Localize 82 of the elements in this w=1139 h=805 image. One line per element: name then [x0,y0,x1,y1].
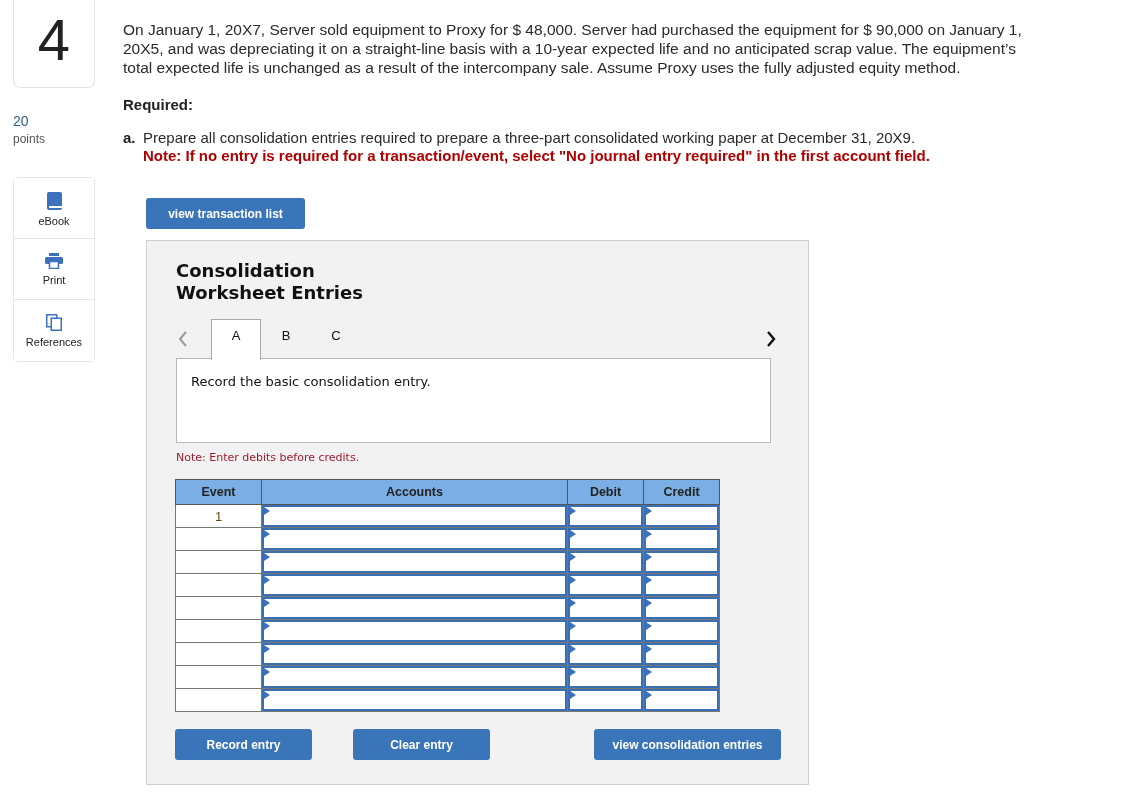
credit-field[interactable] [644,574,719,596]
account-field[interactable] [262,597,567,619]
triangle-icon [264,576,270,584]
triangle-icon [570,553,576,561]
triangle-icon [570,530,576,538]
tab[interactable]: A [211,319,261,360]
account-field[interactable] [262,528,567,550]
credit-field[interactable] [644,643,719,665]
sidebar-tool-button[interactable]: eBook [14,178,94,239]
debit-field[interactable] [568,643,643,665]
triangle-icon [570,507,576,515]
credit-field[interactable] [644,551,719,573]
triangle-icon [646,691,652,699]
triangle-icon [570,668,576,676]
triangle-icon [264,645,270,653]
triangle-icon [570,576,576,584]
debit-field[interactable] [568,689,643,711]
credit-field[interactable] [644,505,719,527]
printer-icon [45,253,63,269]
triangle-icon [264,599,270,607]
triangle-icon [264,530,270,538]
account-field[interactable] [262,643,567,665]
debit-field[interactable] [568,528,643,550]
triangle-icon [264,553,270,561]
required-heading: Required: [123,95,194,114]
column-header: Debit [567,479,644,505]
part-label: a. [123,129,136,148]
debit-field[interactable] [568,620,643,642]
triangle-icon [264,507,270,515]
view-transactions-button[interactable]: view transaction list [146,198,305,229]
event-cell: 1 [175,504,262,528]
triangle-icon [646,668,652,676]
credit-field[interactable] [644,620,719,642]
worksheet-note: Note: Enter debits before credits. [176,451,361,464]
debit-field[interactable] [568,505,643,527]
debit-field[interactable] [568,551,643,573]
triangle-icon [646,507,652,515]
account-field[interactable] [262,551,567,573]
part-note: Note: If no entry is required for a transaction/event, select "No journal entry required" in the first account field. [143,147,930,165]
points-value: 20 [13,113,30,130]
tab[interactable]: B [261,319,311,360]
credit-field[interactable] [644,597,719,619]
account-field[interactable] [262,666,567,688]
view-entries-button[interactable]: view consolidation entries [594,729,781,760]
tab[interactable]: C [311,319,361,360]
column-header: Accounts [261,479,568,505]
triangle-icon [264,691,270,699]
credit-field[interactable] [644,666,719,688]
account-field[interactable] [262,574,567,596]
triangle-icon [570,645,576,653]
credit-field[interactable] [644,689,719,711]
problem-text: On January 1, 20X7, Server sold equipment to Proxy for $ 48,000. Server had purchased the equipment for $ 90,000 on January 1, 20X5, and was depreciating it on a straight-line basis with a 10-year expected life and no anticipated scrap value. The equipment’s total expected life is unchanged as a result of the intercompany sale. Assume Proxy uses the fully adjusted equity method. [123,20,1023,77]
worksheet-title: Consolidation Worksheet Entries [176,260,364,304]
triangle-icon [646,576,652,584]
triangle-icon [570,622,576,630]
triangle-icon [264,668,270,676]
record-entry-button[interactable]: Record entry [175,729,312,760]
debit-field[interactable] [568,574,643,596]
triangle-icon [646,530,652,538]
account-field[interactable] [262,505,567,527]
points-label: points [13,132,47,147]
triangle-icon [646,599,652,607]
book-icon [46,192,62,210]
instruction-text: Record the basic consolidation entry. [191,374,432,390]
part-text: Prepare all consolidation entries required to prepare a three-part consolidated working paper at December 31, 20X9. [143,129,916,147]
triangle-icon [646,645,652,653]
account-field[interactable] [262,620,567,642]
debit-field[interactable] [568,597,643,619]
account-field[interactable] [262,689,567,711]
triangle-icon [646,622,652,630]
triangle-icon [264,622,270,630]
column-header: Credit [643,479,720,505]
triangle-icon [570,599,576,607]
triangle-icon [570,691,576,699]
pages-icon [46,314,62,331]
question-number: 4 [13,0,95,88]
triangle-icon [646,553,652,561]
column-header: Event [175,479,262,505]
credit-field[interactable] [644,528,719,550]
debit-field[interactable] [568,666,643,688]
chevron-right-icon[interactable] [766,331,776,347]
clear-entry-button[interactable]: Clear entry [353,729,490,760]
